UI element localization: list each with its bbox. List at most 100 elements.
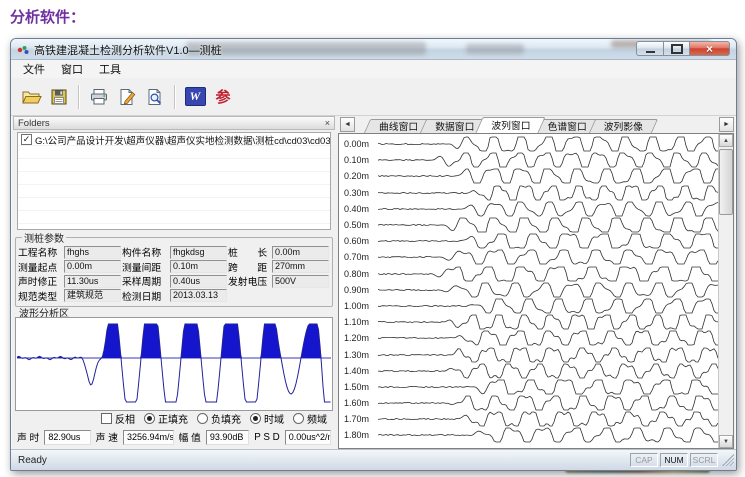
param-label: 发射电压 (228, 274, 271, 288)
param-label: 跨 距 (228, 260, 271, 274)
waveform-trace (378, 153, 718, 167)
resize-grip[interactable] (722, 454, 734, 466)
wave-trace-row: 0.50m (339, 217, 733, 233)
freq-domain-radio[interactable]: 频域 (293, 411, 327, 426)
param-label: 工程名称 (18, 245, 63, 259)
sound-time-label: 声 时 (17, 430, 39, 444)
scroll-up-icon[interactable]: ▲ (719, 134, 733, 147)
tab-wave-image[interactable]: 波列影像 (592, 119, 655, 133)
save-button[interactable] (45, 83, 73, 110)
page: 分析软件： 高铁建混凝土检测分析软件V1.0—测桩 × 文件窗口工具 (0, 0, 745, 477)
wave-train-rows: 0.00m0.10m0.20m0.30m0.40m0.50m0.60m0.70m… (339, 134, 733, 444)
edit-report-button[interactable] (113, 83, 141, 110)
parameters-button[interactable]: 参 (209, 83, 237, 110)
depth-label: 0.40m (339, 204, 378, 214)
depth-label: 1.20m (339, 333, 378, 343)
depth-label: 0.30m (339, 188, 378, 198)
readouts-row: 声 时82.90us声 速3256.94m/s幅 值93.90dBP S D0.… (17, 428, 331, 446)
preview-button[interactable] (141, 83, 169, 110)
menu-file[interactable]: 文件 (15, 59, 53, 79)
depth-label: 1.30m (339, 350, 378, 360)
tabs-scroll-right-icon[interactable]: ► (719, 117, 734, 132)
maximize-button[interactable] (663, 41, 690, 56)
param-label: 测量起点 (18, 260, 63, 274)
status-cell-num: NUM (660, 453, 688, 467)
menu-window[interactable]: 窗口 (53, 59, 91, 79)
waveform-trace (378, 380, 718, 394)
window-title: 高铁建混凝土检测分析软件V1.0—测桩 (34, 42, 222, 58)
menu-tools[interactable]: 工具 (91, 59, 129, 79)
negative-fill-radio[interactable]: 负填充 (197, 411, 241, 426)
analysis-wave-fill (17, 324, 331, 358)
right-panel: ◄ 曲线窗口数据窗口波列窗口色谱窗口波列影像 ► 0.00m0.10m0.20m… (338, 116, 734, 450)
window-controls: × (636, 41, 730, 56)
depth-label: 1.40m (339, 366, 378, 376)
vertical-scrollbar[interactable]: ▲ ▼ (718, 134, 733, 448)
tree-item[interactable]: ✓G:\公司产品设计开发\超声仪器\超声仪实地检测数据\测桩cd\cd03\cd… (18, 133, 330, 146)
waveform-trace (378, 267, 718, 281)
status-cell-scrl: SCRL (690, 453, 718, 467)
print-button[interactable] (85, 83, 113, 110)
folders-panel-title: Folders (18, 118, 50, 129)
wave-trace-row: 0.60m (339, 233, 733, 249)
param-label: 声时修正 (18, 274, 63, 288)
param-value: 0.10m (170, 260, 227, 273)
scroll-down-icon[interactable]: ▼ (719, 435, 733, 448)
close-button[interactable]: × (690, 41, 730, 56)
waveform-analysis-chart[interactable] (15, 317, 333, 411)
wave-trace-row: 0.30m (339, 185, 733, 201)
statusbar: Ready CAPNUMSCRL (11, 449, 736, 470)
wave-trace-row: 1.80m (339, 427, 733, 443)
status-message: Ready (11, 455, 630, 466)
depth-label: 0.50m (339, 220, 378, 230)
freq-domain-label: 频域 (307, 411, 327, 426)
depth-label: 1.00m (339, 301, 378, 311)
depth-label: 0.10m (339, 155, 378, 165)
pile-params-group: 测桩参数 工程名称fhghs构件名称fhgkdsg桩 长0.00m测量起点0.0… (15, 230, 333, 307)
radio-icon (197, 413, 208, 424)
folders-tree[interactable]: ✓G:\公司产品设计开发\超声仪器\超声仪实地检测数据\测桩cd\cd03\cd… (17, 132, 331, 230)
depth-label: 0.00m (339, 139, 378, 149)
param-value: 0.00m (272, 246, 329, 259)
background-window-blur (186, 42, 426, 55)
word-export-button[interactable]: W (181, 83, 209, 110)
param-label: 采样周期 (122, 274, 169, 288)
waveform-trace (378, 186, 718, 200)
minimize-icon (646, 51, 655, 53)
wave-trace-row: 0.40m (339, 201, 733, 217)
tab-wave-train[interactable]: 波列窗口 (479, 117, 542, 133)
page-caption: 分析软件： (10, 6, 85, 27)
wave-trace-row: 1.30m (339, 346, 733, 362)
wave-train-display[interactable]: 0.00m0.10m0.20m0.30m0.40m0.50m0.60m0.70m… (338, 133, 734, 449)
save-floppy-icon (49, 88, 69, 106)
toolbar: W 参 (11, 78, 736, 116)
param-value: 500V (272, 275, 329, 288)
waveform-trace (378, 283, 718, 297)
wave-trace-row: 1.60m (339, 395, 733, 411)
time-domain-radio[interactable]: 时域 (250, 411, 284, 426)
folders-close-icon[interactable]: × (325, 118, 330, 128)
tabs-scroll-left-icon[interactable]: ◄ (340, 117, 355, 132)
wave-trace-row: 1.20m (339, 330, 733, 346)
wave-trace-row: 1.10m (339, 314, 733, 330)
param-value: fhgkdsg (170, 246, 227, 259)
param-value: 0.40us (170, 275, 227, 288)
open-folder-icon (21, 88, 42, 106)
wave-trace-row: 0.90m (339, 282, 733, 298)
minimize-button[interactable] (636, 41, 663, 56)
invert-checkbox[interactable]: 反相 (101, 411, 135, 426)
checkbox-icon[interactable]: ✓ (21, 134, 32, 145)
positive-fill-radio[interactable]: 正填充 (144, 411, 188, 426)
waveform-trace (378, 250, 718, 264)
sound-speed-value: 3256.94m/s (123, 430, 174, 445)
waveform-trace (378, 169, 718, 183)
waveform-trace (378, 348, 718, 362)
app-window: 高铁建混凝土检测分析软件V1.0—测桩 × 文件窗口工具 (10, 38, 737, 471)
open-button[interactable] (17, 83, 45, 110)
menubar: 文件窗口工具 (11, 60, 736, 79)
scrollbar-thumb[interactable] (719, 149, 733, 215)
view-tabbar: ◄ 曲线窗口数据窗口波列窗口色谱窗口波列影像 ► (338, 116, 734, 134)
maximize-icon (671, 44, 683, 54)
invert-label: 反相 (115, 411, 135, 426)
depth-label: 1.50m (339, 382, 378, 392)
